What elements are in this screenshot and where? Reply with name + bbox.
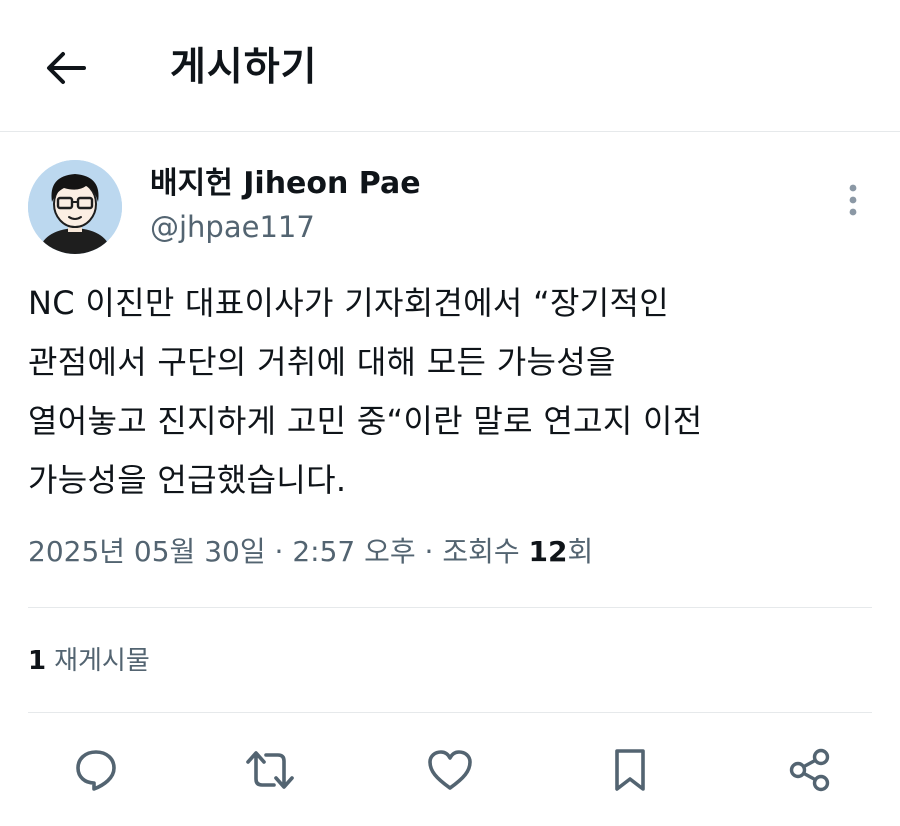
- meta-separator: ·: [424, 535, 434, 568]
- reply-button[interactable]: [66, 742, 126, 798]
- reposts-count: 1: [28, 646, 47, 676]
- arrow-left-icon: [47, 52, 86, 84]
- heart-icon: [428, 750, 472, 790]
- share-button[interactable]: [780, 742, 840, 798]
- top-app-bar: 게시하기: [0, 0, 900, 132]
- post-time[interactable]: 2:57 오후: [292, 535, 415, 568]
- repost-icon: [246, 751, 294, 789]
- bookmark-button[interactable]: [600, 742, 660, 798]
- avatar[interactable]: [28, 160, 122, 254]
- cartoon-avatar-icon: [28, 160, 122, 254]
- post-meta: 2025년 05월 30일 · 2:57 오후 · 조회수 12회: [28, 532, 593, 572]
- views-label: 조회수: [442, 535, 520, 568]
- page-title: 게시하기: [170, 45, 318, 90]
- divider: [28, 607, 872, 608]
- comment-icon: [76, 750, 116, 791]
- like-button[interactable]: [420, 742, 480, 798]
- more-vertical-icon: [849, 184, 857, 216]
- views-unit: 회: [567, 535, 594, 568]
- repost-button[interactable]: [240, 742, 300, 798]
- meta-separator: ·: [274, 535, 284, 568]
- back-button[interactable]: [38, 46, 94, 90]
- views-count: 12: [528, 535, 568, 568]
- more-options-button[interactable]: [836, 178, 870, 222]
- author-display-name[interactable]: 배지헌 Jiheon Pae: [150, 164, 421, 204]
- reposts-label: 재게시물: [54, 646, 150, 676]
- reposts-link[interactable]: 1 재게시물: [28, 641, 150, 681]
- post-text: NC 이진만 대표이사가 기자회견에서 “장기적인 관점에서 구단의 거취에 대…: [28, 284, 703, 499]
- post-date[interactable]: 2025년 05월 30일: [28, 535, 266, 568]
- divider: [28, 712, 872, 713]
- share-icon: [789, 748, 830, 792]
- bookmark-icon: [615, 749, 645, 791]
- author-handle[interactable]: @jhpae117: [150, 208, 315, 246]
